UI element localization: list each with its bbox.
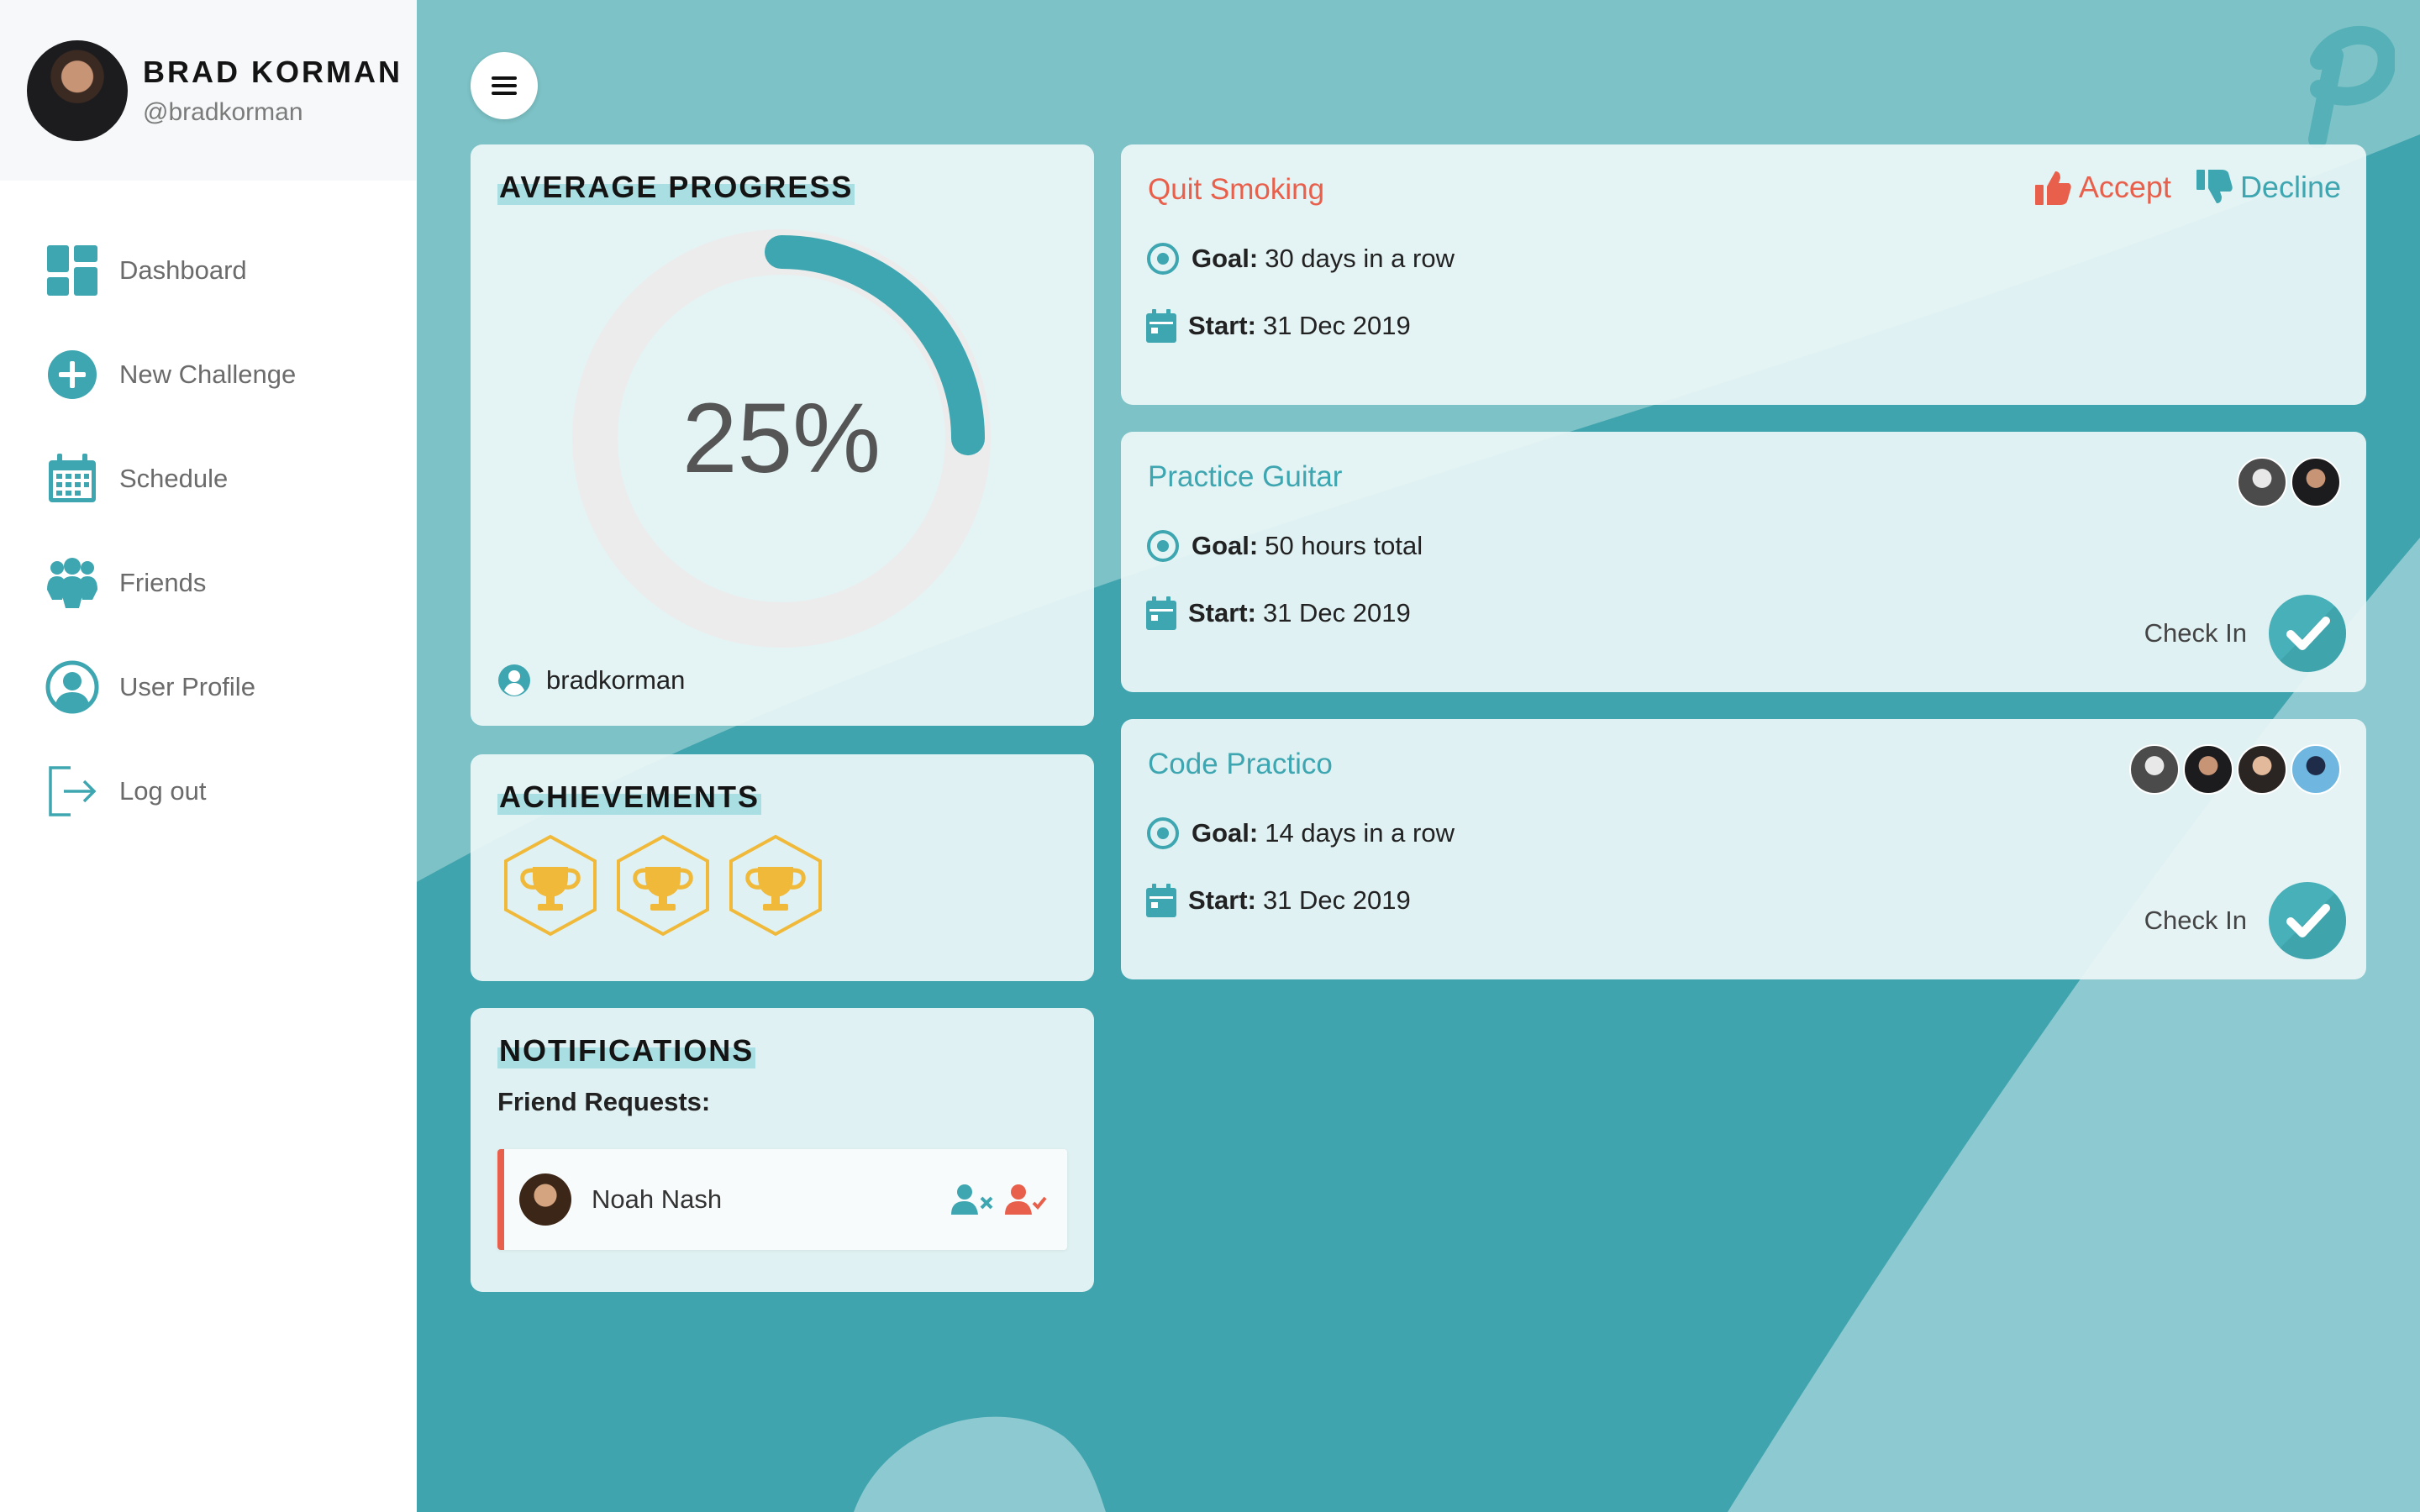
start-value: 31 Dec 2019 xyxy=(1262,598,1411,627)
challenge-goal: Goal: 50 hours total xyxy=(1146,529,1423,563)
dashboard-icon xyxy=(47,245,97,296)
challenge-start: Start: 31 Dec 2019 xyxy=(1146,884,1411,917)
user-icon xyxy=(498,664,530,696)
check-in-button[interactable]: Check In xyxy=(2144,882,2346,959)
plus-circle-icon xyxy=(48,350,97,399)
start-label: Start: xyxy=(1188,885,1256,915)
thumbs-down-icon xyxy=(2196,170,2233,203)
sidebar-item-schedule[interactable]: Schedule xyxy=(0,452,417,506)
check-in-label: Check In xyxy=(2144,618,2247,648)
avatar[interactable] xyxy=(2183,744,2233,795)
goal-label: Goal: xyxy=(1192,531,1259,560)
goal-label: Goal: xyxy=(1192,818,1259,848)
section-title: NOTIFICATIONS xyxy=(497,1033,756,1068)
start-label: Start: xyxy=(1188,598,1256,627)
challenge-goal: Goal: 30 days in a row xyxy=(1146,242,1455,276)
sidebar-nav: Dashboard New Challenge Schedule Friends… xyxy=(0,244,417,818)
accept-friend-icon[interactable] xyxy=(1005,1183,1047,1216)
menu-button[interactable] xyxy=(471,52,538,119)
avatar[interactable] xyxy=(2129,744,2180,795)
goal-label: Goal: xyxy=(1192,244,1259,273)
goal-value: 14 days in a row xyxy=(1265,818,1455,848)
trophy-icon[interactable] xyxy=(501,833,600,937)
goal-value: 50 hours total xyxy=(1265,531,1423,560)
avatar[interactable] xyxy=(2237,744,2287,795)
trophy-icon[interactable] xyxy=(726,833,825,937)
friend-request-row: Noah Nash xyxy=(497,1149,1067,1250)
calendar-icon xyxy=(1146,596,1176,630)
check-in-label: Check In xyxy=(2144,906,2247,935)
challenge-card-practice-guitar: Practice Guitar Goal: 50 hours total Sta… xyxy=(1121,432,2366,692)
avatar[interactable] xyxy=(2291,457,2341,507)
sidebar-item-label: Friends xyxy=(119,568,207,597)
calendar-icon xyxy=(1146,309,1176,343)
challenge-start: Start: 31 Dec 2019 xyxy=(1146,309,1411,343)
friends-icon xyxy=(47,558,97,608)
logout-icon xyxy=(49,766,97,816)
target-icon xyxy=(1147,243,1179,275)
check-in-button[interactable]: Check In xyxy=(2144,595,2346,672)
section-title: AVERAGE PROGRESS xyxy=(497,170,855,205)
start-value: 31 Dec 2019 xyxy=(1262,885,1411,915)
average-progress-card: AVERAGE PROGRESS 25% bradkorman xyxy=(471,144,1094,726)
progress-value: 25% xyxy=(681,383,881,494)
avatar[interactable] xyxy=(2237,457,2287,507)
sidebar-item-dashboard[interactable]: Dashboard xyxy=(0,244,417,297)
avatar[interactable] xyxy=(2291,744,2341,795)
target-icon xyxy=(1147,530,1179,562)
trophy-icon[interactable] xyxy=(613,833,713,937)
start-value: 31 Dec 2019 xyxy=(1262,311,1411,340)
progress-user: bradkorman xyxy=(497,664,685,697)
challenge-card-code-practico: Code Practico Goal: 14 days in a row Sta… xyxy=(1121,719,2366,979)
user-name: BRAD KORMAN xyxy=(143,54,402,89)
progress-ring: 25% xyxy=(571,228,992,648)
decline-label: Decline xyxy=(2239,170,2341,204)
challenge-card-quit-smoking: Quit Smoking Accept Decline Goal: 30 day… xyxy=(1121,144,2366,405)
goal-value: 30 days in a row xyxy=(1265,244,1455,273)
progress-username: bradkorman xyxy=(546,665,686,695)
app-logo xyxy=(2308,25,2395,148)
sidebar-item-log-out[interactable]: Log out xyxy=(0,764,417,818)
achievement-list xyxy=(501,833,1067,937)
calendar-icon xyxy=(49,454,96,502)
sidebar: BRAD KORMAN @bradkorman Dashboard New Ch… xyxy=(0,0,417,1512)
participant-avatars xyxy=(2126,744,2341,795)
participant-avatars xyxy=(2233,457,2341,507)
profile-header: BRAD KORMAN @bradkorman xyxy=(0,0,417,181)
sidebar-item-friends[interactable]: Friends xyxy=(0,556,417,610)
challenge-start: Start: 31 Dec 2019 xyxy=(1146,596,1411,630)
sidebar-item-label: Schedule xyxy=(119,464,229,493)
decline-button[interactable]: Decline xyxy=(2196,170,2341,205)
calendar-icon xyxy=(1146,884,1176,917)
accept-button[interactable]: Accept xyxy=(2034,170,2171,205)
challenge-title: Practice Guitar xyxy=(1148,460,1343,493)
section-title: ACHIEVEMENTS xyxy=(497,780,762,815)
start-label: Start: xyxy=(1188,311,1256,340)
hamburger-icon xyxy=(492,76,517,95)
checkmark-icon xyxy=(2269,882,2346,959)
notifications-card: NOTIFICATIONS Friend Requests: Noah Nash xyxy=(471,1008,1094,1292)
target-icon xyxy=(1147,817,1179,849)
checkmark-icon xyxy=(2269,595,2346,672)
sidebar-item-label: Dashboard xyxy=(119,255,247,285)
sidebar-item-label: New Challenge xyxy=(119,360,297,389)
friend-request-name: Noah Nash xyxy=(592,1184,723,1214)
sidebar-item-user-profile[interactable]: User Profile xyxy=(0,660,417,714)
sidebar-item-label: User Profile xyxy=(119,672,255,701)
sidebar-item-label: Log out xyxy=(119,776,207,806)
user-handle: @bradkorman xyxy=(143,97,303,126)
thumbs-up-icon xyxy=(2034,171,2071,205)
challenge-goal: Goal: 14 days in a row xyxy=(1146,816,1455,850)
decline-friend-icon[interactable] xyxy=(951,1183,993,1216)
avatar[interactable] xyxy=(27,39,128,141)
user-circle-icon xyxy=(45,660,99,714)
achievements-card: ACHIEVEMENTS xyxy=(471,754,1094,981)
avatar xyxy=(519,1173,571,1226)
sidebar-item-new-challenge[interactable]: New Challenge xyxy=(0,348,417,402)
friend-requests-label: Friend Requests: xyxy=(497,1087,711,1116)
accept-label: Accept xyxy=(2078,170,2171,204)
